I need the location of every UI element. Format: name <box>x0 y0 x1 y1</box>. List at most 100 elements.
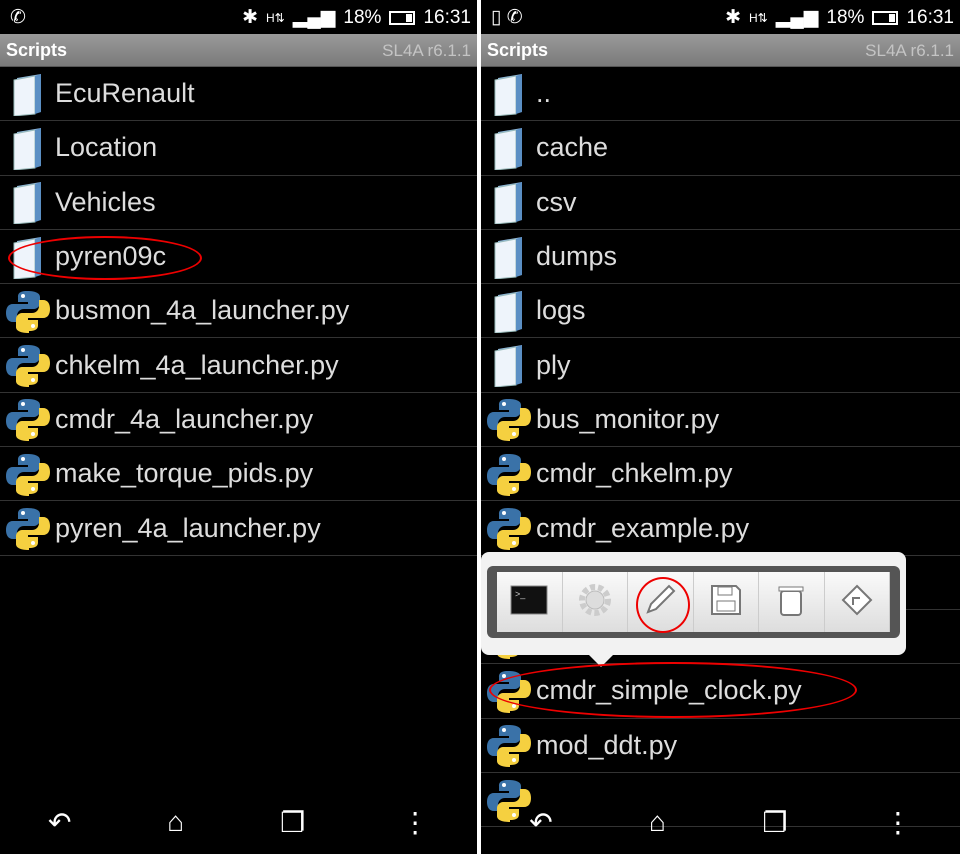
call-icon: ▯ ✆ <box>491 7 523 28</box>
back-icon[interactable]: ↶ <box>529 806 552 839</box>
save-icon <box>710 584 742 621</box>
right-screen: ▯ ✆ ✱ H⇅ ▂▄▆ 18% 16:31 Scripts SL4A r6.1.1 ..… <box>481 0 960 854</box>
item-label: csv <box>536 186 577 217</box>
status-bar: ✆ ✱ H⇅ ▂▄▆ 18% 16:31 <box>0 0 477 34</box>
terminal-button[interactable]: >_ <box>497 572 563 632</box>
clock: 16:31 <box>906 6 954 28</box>
item-label: .. <box>536 78 552 109</box>
page-title: Scripts <box>6 40 68 60</box>
item-label: chkelm_4a_launcher.py <box>55 349 339 380</box>
shortcut-button[interactable] <box>824 572 890 632</box>
item-label: ply <box>536 349 571 380</box>
list-item[interactable]: cmdr_example.py <box>481 501 960 556</box>
list-item[interactable]: csv <box>481 176 960 230</box>
folder-icon <box>6 235 50 279</box>
save-button[interactable] <box>693 572 759 632</box>
recents-icon[interactable]: ❐ <box>762 806 787 839</box>
python-file-icon <box>487 723 531 768</box>
hspa-icon: H⇅ <box>266 10 285 25</box>
list-item[interactable]: EcuRenault <box>0 67 477 122</box>
bluetooth-icon: ✱ <box>725 7 741 28</box>
item-label: pyren09c <box>55 241 167 272</box>
item-label: make_torque_pids.py <box>55 458 314 489</box>
shortcut-icon <box>840 583 874 622</box>
action-bar: >_ <box>487 566 900 638</box>
gear-button[interactable] <box>562 572 628 632</box>
folder-icon <box>6 126 50 170</box>
list-item[interactable]: cache <box>481 121 960 176</box>
folder-icon <box>487 343 531 388</box>
battery-icon <box>872 10 899 25</box>
python-file-icon <box>6 343 50 388</box>
home-icon[interactable]: ⌂ <box>649 806 666 838</box>
svg-text:>_: >_ <box>515 589 526 599</box>
script-list: EcuRenault Location Vehicles pyren09c busmon… <box>0 67 477 556</box>
call-icon: ✆ <box>10 7 26 28</box>
app-version: SL4A r6.1.1 <box>865 41 954 60</box>
item-label: cache <box>536 132 609 163</box>
gear-icon <box>577 582 613 623</box>
python-file-icon <box>6 506 50 551</box>
list-item[interactable]: Location <box>0 121 477 176</box>
python-file-icon <box>6 289 50 333</box>
list-item[interactable]: ply <box>481 338 960 393</box>
menu-icon[interactable]: ⋮ <box>401 806 429 839</box>
list-item[interactable]: bus_monitor.py <box>481 393 960 448</box>
left-screen: ✆ ✱ H⇅ ▂▄▆ 18% 16:31 Scripts SL4A r6.1.1 EcuR… <box>0 0 477 854</box>
list-item[interactable]: cmdr_4a_launcher.py <box>0 393 477 448</box>
item-label: pyren_4a_launcher.py <box>55 512 321 543</box>
trash-button[interactable] <box>759 572 825 632</box>
nav-bar: ↶ ⌂ ❐ ⋮ <box>481 790 960 854</box>
battery-percent: 18% <box>343 6 382 28</box>
folder-icon <box>6 180 50 225</box>
battery-percent: 18% <box>826 6 865 28</box>
terminal-icon: >_ <box>510 585 548 620</box>
hspa-icon: H⇅ <box>749 10 768 25</box>
list-item[interactable]: pyren_4a_launcher.py <box>0 501 477 556</box>
folder-icon <box>487 72 531 116</box>
home-icon[interactable]: ⌂ <box>167 806 184 838</box>
status-bar: ▯ ✆ ✱ H⇅ ▂▄▆ 18% 16:31 <box>481 0 960 34</box>
item-label: mod_ddt.py <box>536 729 678 760</box>
folder-icon <box>487 126 531 170</box>
list-item[interactable]: make_torque_pids.py <box>0 447 477 502</box>
list-item[interactable]: chkelm_4a_launcher.py <box>0 338 477 393</box>
app-version: SL4A r6.1.1 <box>382 41 471 60</box>
python-file-icon <box>487 452 531 496</box>
list-item[interactable]: mod_ddt.py <box>481 719 960 773</box>
python-file-icon <box>487 669 531 713</box>
nav-bar: ↶ ⌂ ❐ ⋮ <box>0 790 477 854</box>
menu-icon[interactable]: ⋮ <box>884 806 912 839</box>
list-item[interactable]: dumps <box>481 230 960 285</box>
popup-pointer <box>589 655 613 667</box>
title-bar: Scripts SL4A r6.1.1 <box>0 34 477 67</box>
battery-icon <box>389 10 416 25</box>
item-label: bus_monitor.py <box>536 403 720 434</box>
bluetooth-icon: ✱ <box>242 7 258 28</box>
back-icon[interactable]: ↶ <box>48 806 71 839</box>
folder-icon <box>6 72 50 116</box>
python-file-icon <box>6 452 50 496</box>
item-label: Location <box>55 132 158 163</box>
item-label: cmdr_simple_clock.py <box>536 675 802 706</box>
signal-icon: ▂▄▆ <box>775 7 819 28</box>
item-label: cmdr_example.py <box>536 512 750 543</box>
recents-icon[interactable]: ❐ <box>280 806 305 839</box>
list-item[interactable]: busmon_4a_launcher.py <box>0 284 477 339</box>
item-label: EcuRenault <box>55 78 195 109</box>
clock: 16:31 <box>423 6 471 28</box>
list-item[interactable]: Vehicles <box>0 176 477 230</box>
list-item[interactable]: pyren09c <box>0 230 477 285</box>
folder-icon <box>487 235 531 279</box>
python-file-icon <box>6 397 50 442</box>
list-item[interactable]: .. <box>481 67 960 122</box>
python-file-icon <box>487 506 531 551</box>
python-file-icon <box>487 397 531 442</box>
list-item[interactable]: cmdr_chkelm.py <box>481 447 960 502</box>
pencil-button[interactable] <box>628 572 694 632</box>
item-label: logs <box>536 295 586 326</box>
item-label: Vehicles <box>55 186 156 217</box>
list-item[interactable]: cmdr_simple_clock.py <box>481 664 960 719</box>
item-label: dumps <box>536 241 618 272</box>
list-item[interactable]: logs <box>481 284 960 339</box>
